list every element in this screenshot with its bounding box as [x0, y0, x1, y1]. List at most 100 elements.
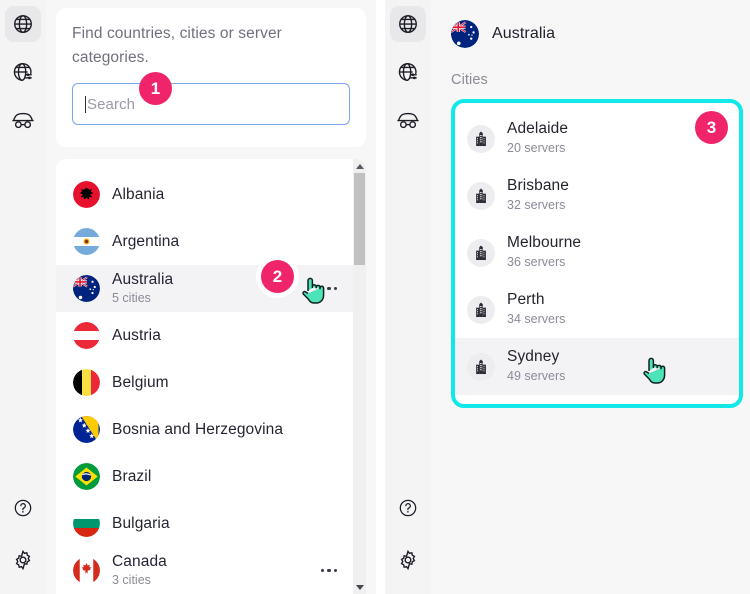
country-name: Brazil: [112, 467, 152, 485]
city-server-count: 20 servers: [507, 141, 566, 156]
annotation-badge-2: 2: [261, 260, 294, 293]
city-name: Sydney: [507, 348, 560, 366]
globe-settings-icon: [12, 61, 34, 83]
country-row[interactable]: Brazil: [56, 453, 353, 500]
city-building-icon: [467, 124, 495, 153]
right-nav-rail: [385, 0, 431, 594]
gear-icon: [397, 549, 419, 571]
country-row[interactable]: Bosnia and Herzegovina: [56, 406, 353, 453]
country-row[interactable]: Bulgaria: [56, 500, 353, 547]
scroll-up-arrow-icon[interactable]: [353, 159, 366, 173]
country-text: Bosnia and Herzegovina: [112, 420, 283, 439]
city-text: Melbourne 36 servers: [507, 233, 581, 272]
city-building-icon: [467, 352, 495, 381]
scroll-down-arrow-icon[interactable]: [353, 580, 366, 594]
city-server-count: 32 servers: [507, 198, 566, 213]
sidebar-item-servers[interactable]: [5, 6, 41, 42]
left-nav-rail: [0, 0, 46, 594]
text-caret: [85, 95, 86, 113]
settings-button[interactable]: [5, 542, 41, 578]
cities-section-label: Cities: [451, 72, 488, 88]
city-server-count: 34 servers: [507, 312, 566, 327]
globe-settings-icon: [397, 61, 419, 83]
country-name: Austria: [112, 326, 161, 344]
mouse-cursor-pointer-icon: [641, 355, 667, 390]
country-text: Austria: [112, 326, 161, 345]
country-text: Canada 3 cities: [112, 552, 167, 589]
city-name: Brisbane: [507, 177, 569, 195]
flag-canada-icon: [73, 557, 100, 585]
cities-list: Adelaide 20 servers Brisbane 32 servers Melb…: [451, 99, 743, 408]
country-row[interactable]: Canada 3 cities: [56, 547, 353, 594]
help-icon: [13, 498, 33, 518]
flag-austria-icon: [73, 322, 100, 350]
country-text: Bulgaria: [112, 514, 170, 533]
country-name: Bulgaria: [112, 514, 170, 532]
flag-albania-icon: [73, 181, 100, 209]
help-button[interactable]: [390, 490, 426, 526]
globe-icon: [12, 13, 34, 35]
country-text: Argentina: [112, 232, 179, 251]
country-name: Canada: [112, 552, 167, 570]
country-name: Argentina: [112, 232, 180, 250]
city-row[interactable]: Perth 34 servers: [455, 281, 739, 338]
city-name: Adelaide: [507, 120, 569, 138]
incognito-icon: [11, 111, 35, 129]
incognito-icon: [396, 111, 420, 129]
country-text: Belgium: [112, 373, 169, 392]
country-list-scrollbar[interactable]: [353, 159, 366, 594]
search-prompt: Find countries, cities or server categor…: [72, 25, 282, 67]
scrollbar-track[interactable]: [353, 173, 366, 580]
country-list-card: Albania Argentina Australia 5 cities Austria…: [56, 159, 366, 594]
left-main-content: Find countries, cities or server categor…: [46, 0, 376, 594]
right-app-window: Australia Cities Adelaide 20 servers Brisb…: [385, 0, 750, 594]
annotation-badge-3: 3: [695, 111, 728, 144]
city-row[interactable]: Brisbane 32 servers: [455, 167, 739, 224]
city-building-icon: [467, 238, 495, 267]
screenshot-root: Find countries, cities or server categor…: [0, 0, 750, 594]
sidebar-item-private-mode[interactable]: [5, 102, 41, 138]
flag-argentina-icon: [73, 228, 100, 256]
country-options-button[interactable]: [320, 568, 342, 573]
flag-brazil-icon: [73, 463, 100, 491]
flag-belgium-icon: [73, 369, 100, 397]
page-title: Australia: [492, 25, 556, 42]
scrollbar-thumb[interactable]: [354, 173, 365, 266]
country-name: Australia: [112, 270, 174, 288]
sidebar-item-private-mode[interactable]: [390, 102, 426, 138]
mouse-cursor-pointer-icon: [300, 275, 326, 310]
sidebar-item-connection-settings[interactable]: [5, 54, 41, 90]
sidebar-item-connection-settings[interactable]: [390, 54, 426, 90]
country-row[interactable]: Belgium: [56, 359, 353, 406]
city-building-icon: [467, 181, 495, 210]
country-row[interactable]: Argentina: [56, 218, 353, 265]
annotation-badge-1: 1: [139, 72, 172, 105]
country-text: Brazil: [112, 467, 151, 486]
city-text: Brisbane 32 servers: [507, 176, 569, 215]
country-row[interactable]: Austria: [56, 312, 353, 359]
country-row[interactable]: Albania: [56, 171, 353, 218]
city-text: Adelaide 20 servers: [507, 119, 568, 158]
globe-icon: [397, 13, 419, 35]
city-row[interactable]: Melbourne 36 servers: [455, 224, 739, 281]
flag-australia-icon: [451, 20, 479, 48]
city-building-icon: [467, 295, 495, 324]
city-text: Perth 34 servers: [507, 290, 565, 329]
flag-australia-icon: [73, 275, 100, 303]
search-input[interactable]: Search: [72, 83, 350, 126]
country-city-count: 3 cities: [112, 573, 151, 588]
city-name: Perth: [507, 291, 545, 309]
flag-bulgaria-icon: [73, 510, 100, 538]
search-card: Find countries, cities or server categor…: [56, 8, 366, 148]
help-icon: [398, 498, 418, 518]
settings-button[interactable]: [390, 542, 426, 578]
city-name: Melbourne: [507, 234, 582, 252]
help-button[interactable]: [5, 490, 41, 526]
city-row[interactable]: Sydney 49 servers: [455, 338, 739, 395]
flag-bosnia-icon: [73, 416, 100, 444]
gear-icon: [12, 549, 34, 571]
country-name: Bosnia and Herzegovina: [112, 420, 284, 438]
sidebar-item-servers[interactable]: [390, 6, 426, 42]
country-text: Australia 5 cities: [112, 270, 173, 307]
city-server-count: 36 servers: [507, 255, 566, 270]
